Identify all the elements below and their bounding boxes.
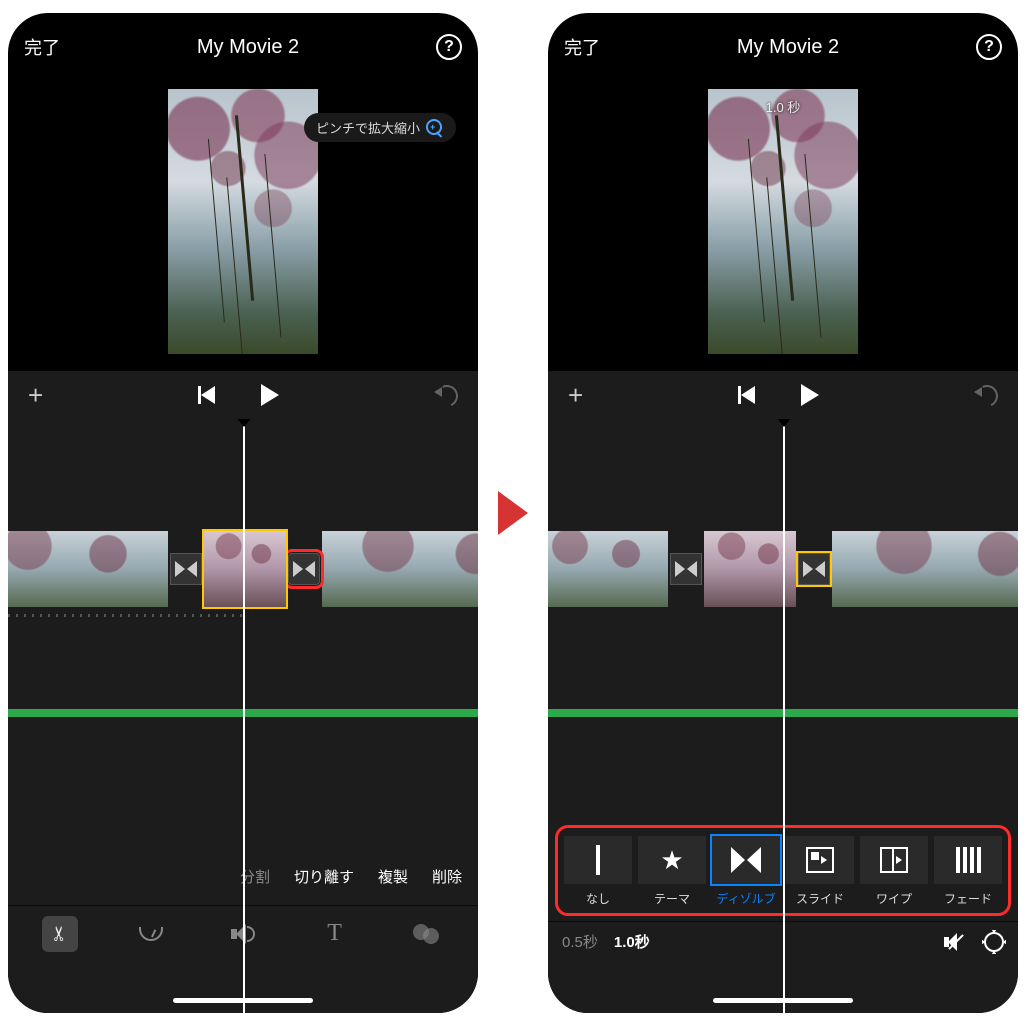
transition-2-selected[interactable] [798,553,830,585]
fade-icon [956,847,981,873]
skip-to-start-button[interactable] [738,386,756,404]
timeline[interactable]: なし ★ テーマ ディゾルブ スライド ワイプ [548,419,1018,1013]
duration-option-0-5s[interactable]: 0.5秒 [562,931,598,952]
clip-2-selected[interactable] [204,531,286,607]
filters-icon [413,924,439,944]
mute-button[interactable] [944,933,966,951]
dissolve-icon [175,558,197,580]
playhead[interactable] [783,419,785,1013]
star-icon: ★ [660,845,683,876]
dissolve-icon [675,558,697,580]
arrow-icon [498,491,528,535]
filters-tool[interactable] [408,916,444,952]
transition-label: テーマ [654,890,690,907]
tooltip-label: ピンチで拡大縮小 [316,118,420,137]
transition-option-theme[interactable]: ★ テーマ [638,836,706,907]
transition-label: スライド [796,890,844,907]
duration-option-1-0s[interactable]: 1.0秒 [614,931,650,952]
transition-label: ワイプ [876,890,912,907]
clip-1[interactable] [548,531,668,607]
project-title: My Movie 2 [737,36,839,59]
dissolve-icon [731,847,761,873]
clip-1[interactable] [8,531,168,607]
add-media-button[interactable]: + [568,380,583,411]
transition-2-highlighted[interactable] [288,553,320,585]
play-button[interactable] [261,384,279,406]
undo-button[interactable] [974,383,998,407]
transition-option-none[interactable]: なし [564,836,632,907]
play-button[interactable] [801,384,819,406]
done-button[interactable]: 完了 [564,34,600,60]
none-icon [596,845,600,875]
text-icon: T [327,920,342,947]
header: 完了 My Movie 2 ? [8,13,478,71]
slide-icon [806,847,834,873]
transport-bar: + [8,371,478,419]
preview-frame: 1.0 秒 [708,89,858,354]
dissolve-icon [803,558,825,580]
detach-action[interactable]: 切り離す [294,866,354,887]
transition-option-slide[interactable]: スライド [786,836,854,907]
speedometer-icon [139,927,163,941]
preview-frame [168,89,318,354]
transition-label: フェード [944,890,992,907]
transition-option-wipe[interactable]: ワイプ [860,836,928,907]
phone-screen-left: 完了 My Movie 2 ? ピンチで拡大縮小 + + 分割 切 [8,13,478,1013]
timeline-ruler [8,614,243,617]
transport-bar: + [548,371,1018,419]
add-media-button[interactable]: + [28,380,43,411]
scissors-icon: ✂ [47,925,72,942]
wipe-icon [880,847,908,873]
speed-tool[interactable] [133,916,169,952]
header: 完了 My Movie 2 ? [548,13,1018,71]
playhead[interactable] [243,419,245,1013]
preview-area[interactable]: ピンチで拡大縮小 + [8,71,478,371]
cut-tool[interactable]: ✂ [42,916,78,952]
settings-button[interactable] [984,932,1004,952]
transition-1[interactable] [170,553,202,585]
dissolve-icon [293,558,315,580]
duration-options: 0.5秒 1.0秒 [562,931,650,952]
transition-1[interactable] [670,553,702,585]
duplicate-action[interactable]: 複製 [378,866,408,887]
transition-label: ディゾルブ [716,890,775,907]
clip-3[interactable] [322,531,478,607]
timeline[interactable]: 分割 切り離す 複製 削除 ✂ T [8,419,478,1013]
help-button[interactable]: ? [976,34,1002,60]
skip-to-start-button[interactable] [198,386,216,404]
clip-3[interactable] [832,531,1018,607]
project-title: My Movie 2 [197,36,299,59]
preview-area[interactable]: 1.0 秒 [548,71,1018,371]
pinch-zoom-tooltip: ピンチで拡大縮小 + [304,113,456,142]
transition-option-dissolve[interactable]: ディゾルブ [712,836,780,907]
transition-option-fade[interactable]: フェード [934,836,1002,907]
undo-button[interactable] [434,383,458,407]
magnifier-plus-icon: + [426,119,444,137]
phone-screen-right: 完了 My Movie 2 ? 1.0 秒 + [548,13,1018,1013]
mute-icon [948,934,964,950]
transition-duration-overlay: 1.0 秒 [766,97,801,116]
help-button[interactable]: ? [436,34,462,60]
transition-label: なし [586,890,610,907]
titles-tool[interactable]: T [317,916,353,952]
done-button[interactable]: 完了 [24,34,60,60]
delete-action[interactable]: 削除 [432,866,462,887]
